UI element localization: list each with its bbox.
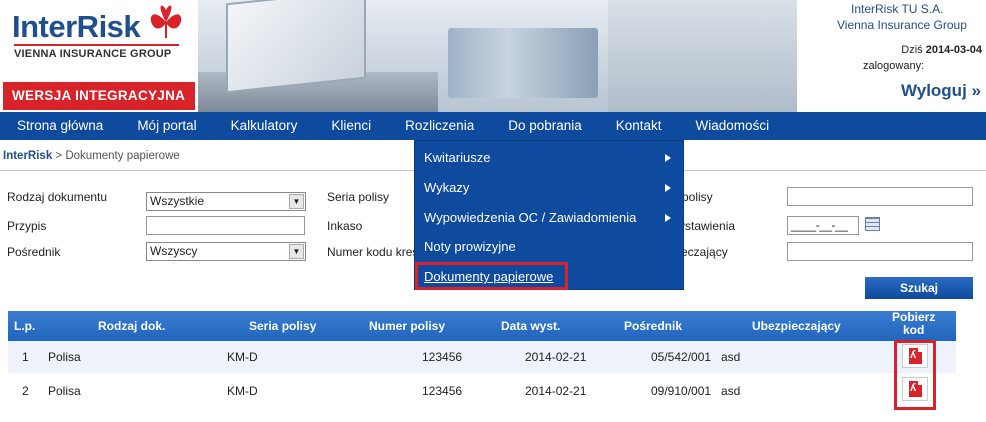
table-row[interactable]: 2 Polisa KM-D 123456 2014-02-21 09/910/0… <box>8 375 956 407</box>
document-type-select[interactable]: Wszystkie ▼ <box>146 192 306 211</box>
submenu-arrow-icon <box>665 184 671 192</box>
menu-item-paper-documents[interactable]: Dokumenty papierowe <box>424 269 553 284</box>
nav-calculators[interactable]: Kalkulatory <box>214 112 315 140</box>
submenu-arrow-icon <box>665 154 671 162</box>
logged-in-label: zalogowany: <box>863 60 925 72</box>
barcode-number-label: Numer kodu kres <box>327 245 419 259</box>
logout-link[interactable]: Wyloguj » <box>901 81 981 101</box>
policy-series-label: Seria polisy <box>327 190 390 204</box>
breadcrumb-current: Dokumenty papierowe <box>65 150 180 162</box>
company-name: InterRisk TU S.A. <box>851 2 944 16</box>
integration-version-badge: WERSJA INTEGRACYJNA <box>3 82 195 110</box>
policy-number-input[interactable] <box>787 187 973 206</box>
issue-date-label: ystawienia <box>679 219 736 233</box>
pdf-download-icon[interactable]: ʎ <box>902 377 928 401</box>
company-group: Vienna Insurance Group <box>837 18 967 32</box>
nav-messages[interactable]: Wiadomości <box>679 112 787 140</box>
breadcrumb-root[interactable]: InterRisk <box>3 150 52 162</box>
insured-input[interactable] <box>787 242 973 261</box>
nav-downloads[interactable]: Do pobrania <box>491 112 599 140</box>
nav-home[interactable]: Strona główna <box>0 112 120 140</box>
nav-settlements[interactable]: Rozliczenia <box>388 112 491 140</box>
nav-clients[interactable]: Klienci <box>314 112 388 140</box>
table-header: L.p. Rodzaj dok. Seria polisy Numer poli… <box>8 311 956 341</box>
breadcrumb: InterRisk > Dokumenty papierowe <box>3 150 180 162</box>
main-nav: Strona główna Mój portal Kalkulatory Kli… <box>0 112 986 140</box>
insured-label: eczający <box>681 245 728 259</box>
col-series: Seria polisy <box>249 319 317 333</box>
col-intermediary: Pośrednik <box>624 319 683 333</box>
header-banner-image <box>198 0 797 112</box>
przypis-input[interactable] <box>146 216 305 235</box>
menu-item-lists[interactable]: Wykazy <box>415 174 683 202</box>
inkaso-label: Inkaso <box>327 219 363 233</box>
chevron-down-icon: ▼ <box>289 194 304 209</box>
policy-number-label: polisy <box>682 190 713 204</box>
account-panel: InterRisk TU S.A. Vienna Insurance Group… <box>797 0 986 112</box>
header: InterRisk VIENNA INSURANCE GROUP WERSJA … <box>0 0 986 112</box>
intermediary-select[interactable]: Wszyscy ▼ <box>146 242 306 261</box>
chevron-down-icon: ▼ <box>289 244 304 259</box>
nav-my-portal[interactable]: Mój portal <box>120 112 213 140</box>
przypis-label: Przypis <box>7 219 47 233</box>
pdf-download-icon[interactable]: ʎ <box>902 344 928 368</box>
logo[interactable]: InterRisk VIENNA INSURANCE GROUP WERSJA … <box>0 0 198 112</box>
logo-text: InterRisk <box>12 9 141 44</box>
col-doc-type: Rodzaj dok. <box>98 319 166 333</box>
nav-contact[interactable]: Kontakt <box>599 112 679 140</box>
menu-item-terminations[interactable]: Wypowiedzenia OC / Zawiadomienia <box>415 204 683 232</box>
menu-item-receipts[interactable]: Kwitariusze <box>415 144 683 172</box>
menu-item-commission-notes[interactable]: Noty prowizyjne <box>415 233 683 261</box>
calendar-icon[interactable] <box>865 217 880 231</box>
current-date: Dziś 2014-03-04 <box>901 44 982 56</box>
submenu-arrow-icon <box>665 214 671 222</box>
col-download-code: Pobierz kod <box>892 310 936 337</box>
col-policy-number: Numer polisy <box>369 319 446 333</box>
document-type-label: Rodzaj dokumentu <box>7 190 108 204</box>
logo-subtitle: VIENNA INSURANCE GROUP <box>14 48 172 60</box>
double-chevron-right-icon: » <box>971 81 981 100</box>
col-insured: Ubezpieczający <box>752 319 841 333</box>
issue-date-input[interactable]: ____-__-__ <box>787 216 859 235</box>
logo-underline <box>14 44 179 46</box>
search-button[interactable]: Szukaj <box>865 277 973 299</box>
butterfly-logo-icon <box>150 5 182 38</box>
intermediary-label: Pośrednik <box>7 245 61 259</box>
table-row[interactable]: 1 Polisa KM-D 123456 2014-02-21 05/542/0… <box>8 341 956 373</box>
col-issue-date: Data wyst. <box>501 319 561 333</box>
col-lp: L.p. <box>14 319 36 333</box>
